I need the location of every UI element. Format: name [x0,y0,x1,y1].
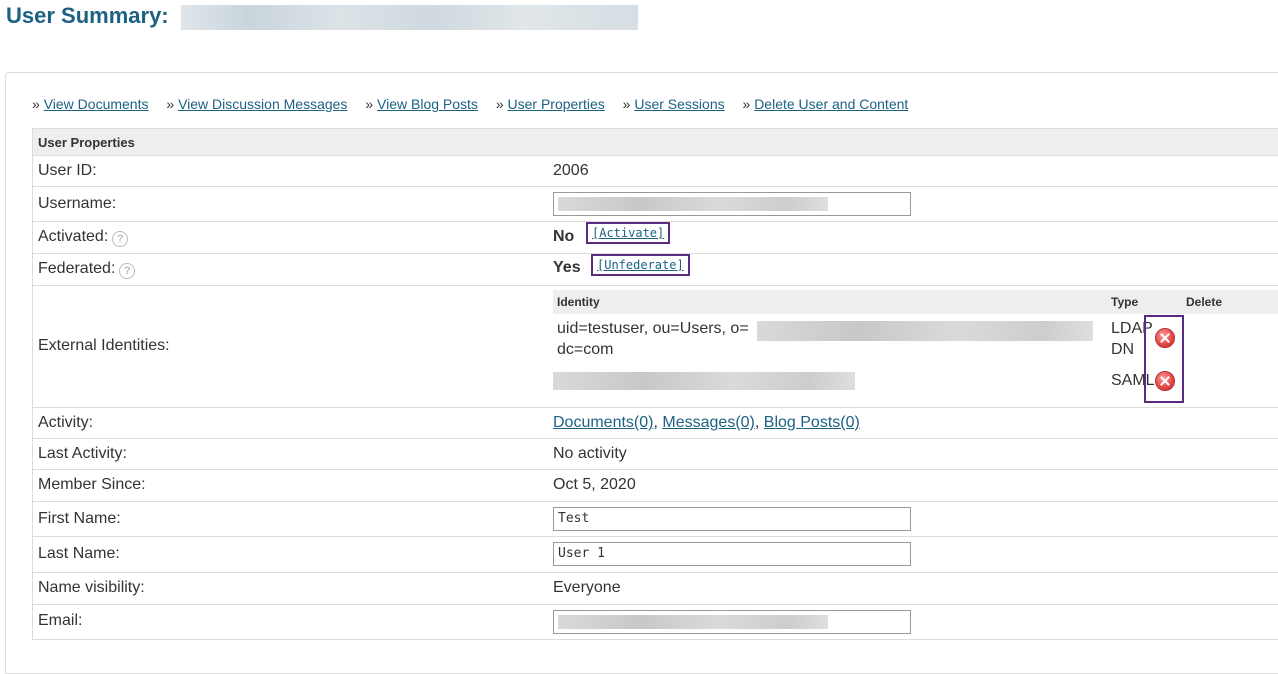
last-name-field[interactable]: User 1 [553,542,911,566]
messages-count-link[interactable]: Messages(0) [662,414,754,431]
email-label: Email: [38,612,83,629]
type-column-header: Type [1111,295,1139,309]
last-activity-value: No activity [553,445,627,462]
row-user-id: User ID: 2006 [32,156,1278,187]
last-activity-label: Last Activity: [38,445,127,462]
username-field[interactable] [553,192,911,216]
redacted-email [558,615,828,629]
activate-link[interactable]: [Activate] [592,226,664,240]
activate-highlight: [Activate] [586,222,671,244]
user-actions-bar: » View Documents » View Discussion Messa… [32,96,909,112]
delete-highlight [1144,315,1184,403]
member-since-value: Oct 5, 2020 [553,476,636,493]
name-visibility-label: Name visibility: [38,579,145,596]
row-username: Username: [32,187,1278,222]
user-properties-table: User Properties User ID: 2006 Username: … [32,128,1278,640]
federated-value: Yes [553,259,581,276]
federated-label: Federated: [38,260,116,277]
type-ldap-line2: DN [1111,341,1135,358]
documents-count-link[interactable]: Documents(0) [553,414,653,431]
user-id-label: User ID: [38,162,97,179]
redacted-username-title [181,5,638,30]
unfederate-link[interactable]: [Unfederate] [597,258,684,272]
view-documents-link[interactable]: View Documents [44,96,149,112]
redacted-username [558,197,828,211]
activity-label: Activity: [38,414,94,431]
user-properties-link[interactable]: User Properties [508,96,605,112]
row-name-visibility: Name visibility: Everyone [32,573,1278,605]
email-field[interactable] [553,610,911,634]
delete-x-circle-icon[interactable] [1155,328,1175,348]
view-discussion-messages-link[interactable]: View Discussion Messages [178,96,347,112]
row-external-identities: External Identities: Identity Type Delet… [32,286,1278,408]
activated-label: Activated: [38,228,109,245]
external-identities-header: Identity Type Delete [553,290,1278,314]
delete-user-and-content-link[interactable]: Delete User and Content [754,96,908,112]
user-sessions-link[interactable]: User Sessions [634,96,724,112]
row-last-activity: Last Activity: No activity [32,439,1278,470]
row-activated: Activated:? No [Activate] [32,222,1278,254]
row-last-name: Last Name: User 1 [32,537,1278,573]
unfederate-highlight: [Unfederate] [591,254,690,276]
username-label: Username: [38,195,117,212]
user-id-value: 2006 [553,162,589,179]
first-name-label: First Name: [38,510,121,527]
view-blog-posts-link[interactable]: View Blog Posts [377,96,478,112]
question-circle-icon[interactable]: ? [119,263,136,279]
row-federated: Federated:? Yes [Unfederate] [32,254,1278,286]
identity-column-header: Identity [557,295,600,309]
activated-value: No [553,228,575,245]
delete-x-circle-icon[interactable] [1155,371,1175,391]
page-title: User Summary: [6,3,169,28]
row-activity: Activity: Documents(0), Messages(0), Blo… [32,408,1278,439]
row-first-name: First Name: Test [32,502,1278,537]
row-email: Email: [32,605,1278,640]
section-title: User Properties [38,135,135,150]
blog-posts-count-link[interactable]: Blog Posts(0) [764,414,860,431]
first-name-field[interactable]: Test [553,507,911,531]
external-identities-table: Identity Type Delete uid=testuser, ou=Us… [553,290,1278,390]
row-member-since: Member Since: Oct 5, 2020 [32,470,1278,502]
identity-ldap-line1: uid=testuser, ou=Users, o= [557,320,749,337]
external-identities-label: External Identities: [38,337,170,354]
redacted-saml-identity [553,372,855,390]
name-visibility-value: Everyone [553,579,621,596]
delete-column-header: Delete [1186,295,1223,309]
member-since-label: Member Since: [38,476,146,493]
section-header: User Properties [32,128,1278,156]
redacted-identity-part [757,321,1093,341]
last-name-label: Last Name: [38,545,120,562]
identity-ldap-line2: dc=com [557,341,614,358]
question-circle-icon[interactable]: ? [112,231,129,247]
